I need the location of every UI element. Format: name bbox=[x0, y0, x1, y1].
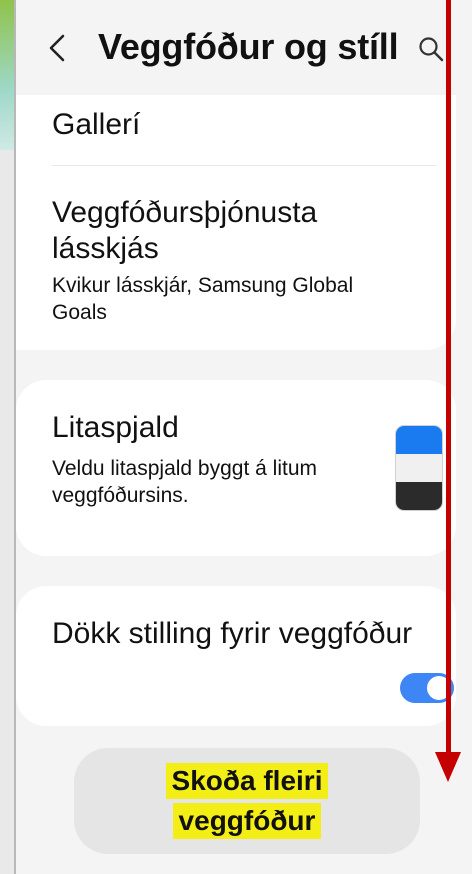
phone-screen: Veggfóður og stíll Gallerí Veggfóðursþjó… bbox=[14, 0, 472, 874]
page-title: Veggfóður og stíll bbox=[98, 26, 399, 67]
back-button[interactable] bbox=[42, 28, 72, 68]
background-left-strip bbox=[0, 150, 14, 874]
lockscreen-service-title-line2: lásskjás bbox=[52, 232, 159, 265]
color-palette-item[interactable]: Litaspjald Veldu litaspjald byggt á litu… bbox=[16, 380, 456, 556]
color-palette-title: Litaspjald bbox=[52, 411, 179, 444]
top-app-bar: Veggfóður og stíll bbox=[16, 0, 472, 95]
gallery-item[interactable]: Gallerí bbox=[52, 107, 140, 143]
dark-mode-wallpaper-item[interactable]: Dökk stilling fyrir veggfóður bbox=[16, 586, 456, 726]
annotation-arrow-shaft bbox=[446, 0, 451, 760]
settings-card-wallpaper: Gallerí Veggfóðursþjónusta lásskjás Kvik… bbox=[16, 95, 456, 350]
palette-swatch bbox=[396, 482, 442, 510]
more-wallpapers-label-line2: veggfóður bbox=[172, 803, 322, 839]
color-palette-sub-line2: veggfóðursins. bbox=[52, 484, 189, 507]
background-wallpaper-edge bbox=[0, 0, 14, 150]
divider bbox=[52, 165, 436, 166]
color-palette-preview bbox=[396, 426, 442, 510]
palette-swatch bbox=[396, 426, 442, 454]
chevron-left-icon bbox=[49, 34, 65, 62]
palette-swatch bbox=[396, 454, 442, 482]
dark-mode-title: Dökk stilling fyrir veggfóður bbox=[52, 617, 413, 650]
more-wallpapers-label-line1: Skoða fleiri bbox=[165, 763, 329, 799]
color-palette-sub-line1: Veldu litaspjald byggt á litum bbox=[52, 457, 317, 480]
search-button[interactable] bbox=[416, 34, 446, 64]
more-wallpapers-button[interactable]: Skoða fleiri veggfóður bbox=[74, 748, 420, 854]
lockscreen-service-sub-line2: Goals bbox=[52, 301, 107, 324]
lockscreen-service-title-line1: Veggfóðursþjónusta bbox=[52, 196, 318, 229]
lockscreen-service-sub-line1: Kvikur lásskjár, Samsung Global bbox=[52, 274, 354, 297]
annotation-arrow-head bbox=[435, 752, 461, 782]
search-icon bbox=[419, 37, 444, 62]
